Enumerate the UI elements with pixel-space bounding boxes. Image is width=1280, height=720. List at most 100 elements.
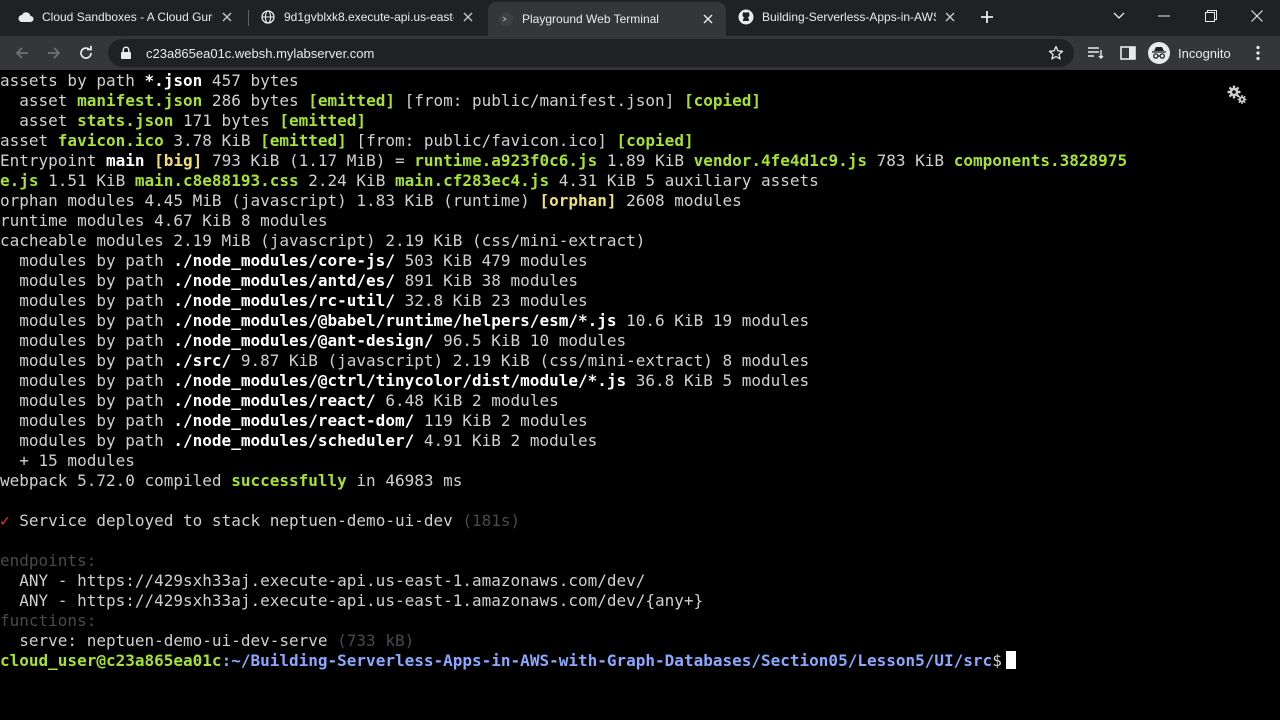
terminal-output[interactable]: assets by path *.json 457 bytes asset ma…: [0, 70, 1280, 720]
reload-button[interactable]: [74, 41, 98, 65]
forward-button[interactable]: [42, 41, 66, 65]
terminal-text: asset: [0, 131, 58, 150]
tab-github-repo[interactable]: Building-Serverless-Apps-in-AWS: [728, 0, 968, 34]
arrow-left-icon: [15, 47, 28, 59]
terminal-line: modules by path ./node_modules/core-js/ …: [0, 251, 587, 271]
terminal-text: main: [105, 151, 145, 170]
terminal-text: ./node_modules/scheduler/: [173, 431, 415, 450]
lock-icon[interactable]: [116, 43, 136, 63]
terminal-line: ANY - https://429sxh33aj.execute-api.us-…: [0, 591, 703, 611]
bookmark-star-icon[interactable]: [1046, 43, 1066, 63]
prompt-symbol: $: [992, 651, 1002, 670]
terminal-line: modules by path ./node_modules/@ctrl/tin…: [0, 371, 809, 391]
terminal-text: modules by path: [0, 371, 174, 390]
terminal-line: modules by path ./node_modules/scheduler…: [0, 431, 597, 451]
terminal-text: 4.31 KiB 5 auxiliary assets: [549, 171, 819, 190]
tab-title: 9d1gvblxk8.execute-api.us-east-1: [284, 10, 454, 24]
terminal-text: 96.5 KiB 10 modules: [433, 331, 627, 350]
terminal-text: ./node_modules/rc-util/: [173, 291, 395, 310]
terminal-line: modules by path ./src/ 9.87 KiB (javascr…: [0, 351, 809, 371]
cloud-icon: [18, 9, 34, 25]
terminal-text: 4.91 KiB 2 modules: [414, 431, 598, 450]
incognito-label: Incognito: [1178, 45, 1231, 61]
terminal-text: (733 kB): [337, 631, 415, 650]
terminal-line: asset favicon.ico 3.78 KiB [emitted] [fr…: [0, 131, 694, 151]
terminal-text: [orphan]: [539, 191, 617, 210]
terminal-line: ANY - https://429sxh33aj.execute-api.us-…: [0, 571, 645, 591]
close-window-button[interactable]: [1243, 4, 1271, 28]
tab-title: Cloud Sandboxes - A Cloud Guru: [42, 10, 213, 24]
terminal-text: cacheable modules 2.19 MiB (javascript) …: [0, 231, 646, 250]
terminal-text: 119 KiB 2 modules: [414, 411, 588, 430]
tab-execute-api[interactable]: 9d1gvblxk8.execute-api.us-east-1: [250, 0, 486, 34]
tab-title: Playground Web Terminal: [522, 12, 659, 26]
more-vert-icon: [1256, 45, 1260, 61]
terminal-line: assets by path *.json 457 bytes: [0, 71, 299, 91]
restore-icon: [1205, 10, 1217, 22]
terminal-text: 32.8 KiB 23 modules: [394, 291, 588, 310]
new-tab-button[interactable]: [977, 7, 997, 27]
terminal-text: 286 bytes: [202, 91, 309, 110]
terminal-text: modules by path: [0, 311, 174, 330]
terminal-line: endpoints:: [0, 551, 96, 571]
terminal-text: serve: neptuen-demo-ui-dev-serve: [0, 631, 338, 650]
terminal-text: ./node_modules/core-js/: [173, 251, 395, 270]
terminal-line: modules by path ./node_modules/@ant-desi…: [0, 331, 626, 351]
terminal-text: 2608 modules: [616, 191, 742, 210]
close-tab-icon[interactable]: [942, 9, 958, 25]
close-tab-icon[interactable]: [219, 9, 235, 25]
gear-icon[interactable]: [1226, 84, 1248, 106]
minimize-button[interactable]: [1150, 4, 1178, 28]
terminal-text: Service deployed to stack neptuen-demo-u…: [9, 511, 463, 530]
terminal-text: [emitted]: [279, 111, 367, 130]
terminal-text: [from: public/manifest.json]: [394, 91, 684, 110]
terminal-prompt-line[interactable]: cloud_user@c23a865ea01c:~/Building-Serve…: [0, 651, 1016, 671]
globe-icon: [260, 9, 276, 25]
terminal-line: serve: neptuen-demo-ui-dev-serve (733 kB…: [0, 631, 414, 651]
side-panel-button[interactable]: [1116, 41, 1140, 65]
terminal-text: stats.json: [77, 111, 174, 130]
terminal-text: ./node_modules/@ant-design/: [173, 331, 434, 350]
terminal-line: asset manifest.json 286 bytes [emitted] …: [0, 91, 761, 111]
tab-strip: Cloud Sandboxes - A Cloud Guru 9d1gvblxk…: [0, 0, 1280, 36]
terminal-line: asset stats.json 171 bytes [emitted]: [0, 111, 366, 131]
terminal-text: Entrypoint: [0, 151, 106, 170]
restore-button[interactable]: [1197, 4, 1225, 28]
terminal-text: modules by path: [0, 331, 174, 350]
side-panel-icon: [1120, 46, 1136, 60]
terminal-text: webpack 5.72.0 compiled: [0, 471, 232, 490]
reading-list-icon: [1088, 47, 1104, 59]
tab-cloud-sandboxes[interactable]: Cloud Sandboxes - A Cloud Guru: [8, 0, 245, 34]
terminal-text: components.3828975: [953, 151, 1128, 170]
tab-search-button[interactable]: [1105, 4, 1133, 28]
close-icon: [1251, 10, 1263, 22]
terminal-text: *.json: [144, 71, 203, 90]
terminal-text: 793 KiB (1.17 MiB) =: [202, 151, 415, 170]
terminal-text: 9.87 KiB (javascript) 2.19 KiB (css/mini…: [231, 351, 810, 370]
close-tab-icon[interactable]: [460, 9, 476, 25]
terminal-line: modules by path ./node_modules/rc-util/ …: [0, 291, 588, 311]
plus-icon: [981, 11, 993, 23]
terminal-text: 2.24 KiB: [298, 171, 395, 190]
terminal-line: Entrypoint main [big] 793 KiB (1.17 MiB)…: [0, 151, 1127, 171]
tab-playground-web-terminal[interactable]: Playground Web Terminal: [488, 2, 726, 36]
chevron-down-icon: [1113, 12, 1125, 19]
terminal-text: modules by path: [0, 431, 174, 450]
url-text[interactable]: c23a865ea01c.websh.mylabserver.com: [146, 46, 1046, 61]
address-bar[interactable]: c23a865ea01c.websh.mylabserver.com: [108, 39, 1074, 67]
terminal-text: 457 bytes: [202, 71, 299, 90]
terminal-text: 1.89 KiB: [597, 151, 694, 170]
reload-icon: [80, 45, 92, 59]
minimize-icon: [1158, 15, 1170, 17]
back-button[interactable]: [10, 41, 34, 65]
terminal-text: (181s): [462, 511, 521, 530]
close-tab-icon[interactable]: [700, 11, 716, 27]
terminal-text: 171 bytes: [173, 111, 280, 130]
terminal-line: modules by path ./node_modules/@babel/ru…: [0, 311, 809, 331]
browser-toolbar: c23a865ea01c.websh.mylabserver.com Incog…: [0, 36, 1280, 70]
terminal-text: ./src/: [173, 351, 232, 370]
browser-menu-button[interactable]: [1246, 41, 1270, 65]
incognito-profile-button[interactable]: Incognito: [1148, 40, 1231, 66]
reading-list-button[interactable]: [1084, 41, 1108, 65]
